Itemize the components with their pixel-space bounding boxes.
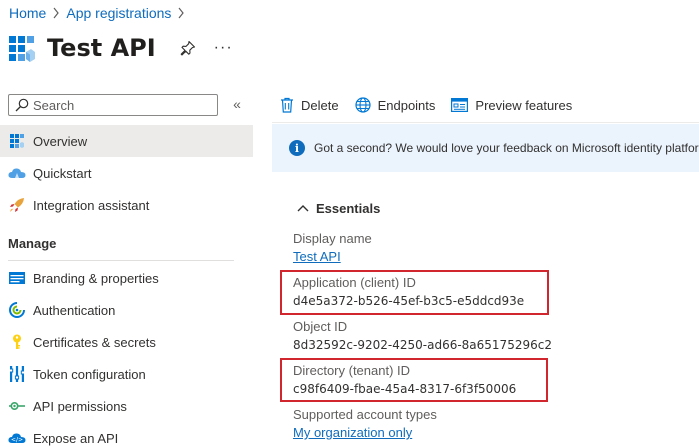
endpoints-label: Endpoints — [377, 97, 436, 113]
tenant-id-highlight-box — [280, 358, 548, 402]
account-types-link[interactable]: My organization only — [293, 425, 412, 440]
sidebar-item-quickstart[interactable]: Quickstart — [0, 157, 253, 189]
sidebar-item-label: Token configuration — [33, 366, 146, 382]
sidebar-item-label: API permissions — [33, 398, 127, 414]
banner-text: Got a second? We would love your feedbac… — [314, 141, 699, 155]
feedback-banner[interactable]: i Got a second? We would love your feedb… — [272, 124, 699, 172]
sidebar-item-label: Overview — [33, 133, 88, 149]
info-icon: i — [289, 140, 305, 156]
key-icon — [8, 333, 26, 351]
search-input[interactable] — [33, 97, 203, 113]
grid-icon — [8, 132, 26, 150]
sidebar-item-label: Integration assistant — [33, 197, 150, 213]
sidebar-item-label: Quickstart — [33, 165, 92, 181]
token-icon — [8, 365, 26, 383]
toolbar-divider — [272, 122, 699, 123]
sidebar-item-integration-assistant[interactable]: Integration assistant — [0, 189, 253, 221]
sidebar-item-label: Authentication — [33, 302, 116, 318]
app-registration-icon — [9, 36, 35, 62]
chevron-right-icon — [46, 7, 66, 19]
sidebar-item-label: Branding & properties — [33, 270, 159, 286]
chevron-up-icon — [297, 205, 309, 212]
preview-features-label: Preview features — [475, 97, 573, 113]
page-header: Test API ··· — [9, 30, 233, 66]
search-box[interactable] — [8, 94, 218, 116]
sidebar-item-api-permissions[interactable]: API permissions — [0, 390, 253, 422]
object-id-label: Object ID — [293, 319, 348, 334]
display-name-link[interactable]: Test API — [293, 249, 341, 264]
search-icon — [15, 98, 29, 112]
chevron-right-icon — [171, 7, 191, 19]
rocket-icon — [8, 196, 26, 214]
section-divider — [8, 260, 234, 261]
preview-features-button[interactable]: Preview features — [451, 98, 572, 113]
delete-button[interactable]: Delete — [280, 97, 339, 113]
manage-section-heading: Manage — [8, 236, 57, 251]
display-name-label: Display name — [293, 231, 372, 246]
globe-icon — [354, 97, 371, 113]
account-types-label: Supported account types — [293, 407, 437, 422]
breadcrumb-app-registrations-link[interactable]: App registrations — [66, 5, 171, 21]
cloud-expose-icon: </> — [8, 429, 26, 447]
essentials-heading: Essentials — [316, 200, 381, 216]
collapse-sidebar-icon[interactable]: « — [230, 96, 244, 112]
permissions-icon — [8, 397, 26, 415]
sidebar-item-certificates-secrets[interactable]: Certificates & secrets — [0, 326, 253, 358]
sidebar-item-expose-an-api[interactable]: </> Expose an API — [0, 422, 253, 447]
command-bar: Delete Endpoints Preview features — [280, 93, 588, 117]
pin-icon[interactable] — [180, 40, 196, 56]
page-title: Test API — [47, 34, 156, 62]
trash-icon — [281, 97, 293, 113]
authentication-icon — [8, 301, 26, 319]
delete-label: Delete — [301, 97, 339, 113]
cloud-icon — [8, 164, 26, 182]
sidebar-item-overview[interactable]: Overview — [0, 125, 253, 157]
sidebar-item-token-configuration[interactable]: Token configuration — [0, 358, 253, 390]
sidebar-item-authentication[interactable]: Authentication — [0, 294, 253, 326]
sidebar-item-label: Expose an API — [33, 430, 119, 446]
object-id-value: 8d32592c-9202-4250-ad66-8a65175296c2 — [293, 338, 552, 352]
sidebar-item-label: Certificates & secrets — [33, 334, 156, 350]
more-options-button[interactable]: ··· — [214, 39, 233, 57]
breadcrumb: Home App registrations — [9, 4, 191, 22]
endpoints-button[interactable]: Endpoints — [354, 97, 436, 113]
svg-text:</>: </> — [11, 437, 23, 444]
branding-icon — [8, 269, 26, 287]
client-id-highlight-box — [280, 270, 549, 315]
essentials-toggle[interactable]: Essentials — [297, 199, 380, 217]
preview-features-icon — [451, 98, 469, 112]
breadcrumb-home-link[interactable]: Home — [9, 5, 46, 21]
sidebar-item-branding-properties[interactable]: Branding & properties — [0, 262, 253, 294]
